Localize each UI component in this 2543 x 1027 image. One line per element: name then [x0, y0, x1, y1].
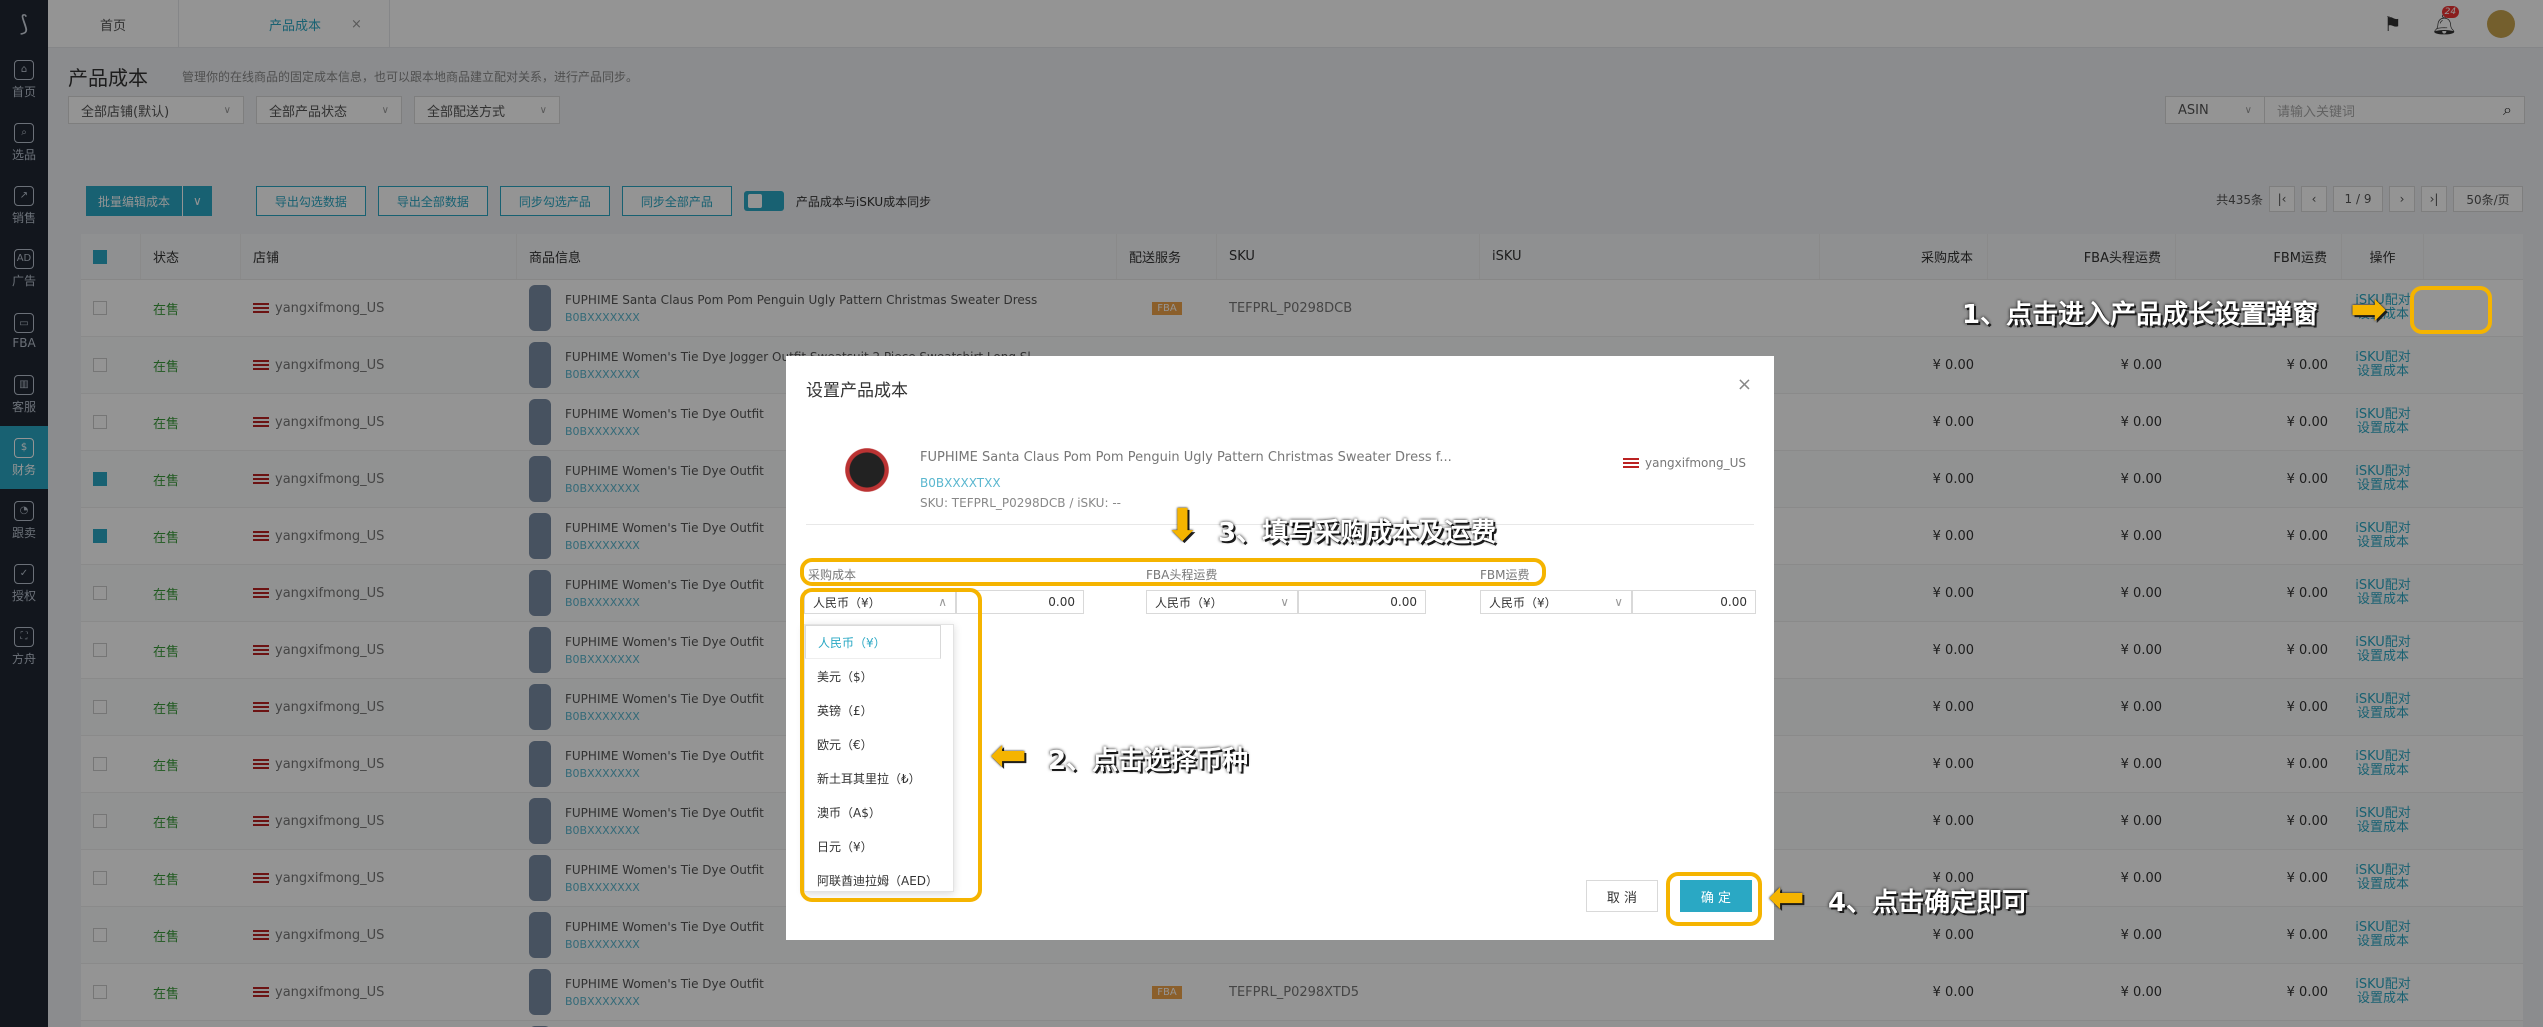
chevron-down-icon: ∨ [1614, 595, 1623, 609]
arrow-left-icon: ⬅ [1768, 872, 1805, 923]
highlight-cost-fields [800, 558, 1546, 586]
highlight-confirm [1666, 872, 1762, 926]
fba-freight-input[interactable]: 0.00 [1298, 590, 1426, 614]
annotation-step1: 1、点击进入产品成长设置弹窗 [1962, 300, 2319, 330]
fba-currency-select[interactable]: 人民币（¥） ∨ [1146, 590, 1298, 614]
highlight-set-cost [2410, 286, 2492, 334]
product-title: FUPHIME Santa Claus Pom Pom Penguin Ugly… [920, 450, 1452, 465]
arrow-right-icon: ➡ [2350, 284, 2387, 335]
annotation-step2: 2、点击选择币种 [1048, 746, 1249, 776]
arrow-left-icon: ⬅ [990, 730, 1027, 781]
product-shop: yangxifmong_US [1623, 456, 1746, 470]
highlight-currency-dropdown [800, 588, 982, 902]
product-thumbnail [844, 446, 890, 506]
modal-title: 设置产品成本 [806, 381, 908, 401]
product-sku: SKU: TEFPRL_P0298DCB / iSKU: -- [920, 496, 1121, 510]
chevron-down-icon: ∨ [1280, 595, 1289, 609]
annotation-step4: 4、点击确定即可 [1828, 888, 2029, 918]
fbm-currency-select[interactable]: 人民币（¥） ∨ [1480, 590, 1632, 614]
product-asin-link[interactable]: B0BXXXXTXX [920, 476, 1001, 490]
cancel-button[interactable]: 取 消 [1586, 880, 1658, 912]
close-icon[interactable]: × [1737, 374, 1752, 395]
fbm-freight-input[interactable]: 0.00 [1632, 590, 1756, 614]
arrow-down-icon: ⬇ [1164, 500, 1201, 551]
us-flag-icon [1623, 458, 1639, 468]
annotation-step3: 3、填写采购成本及运费 [1218, 518, 1497, 548]
